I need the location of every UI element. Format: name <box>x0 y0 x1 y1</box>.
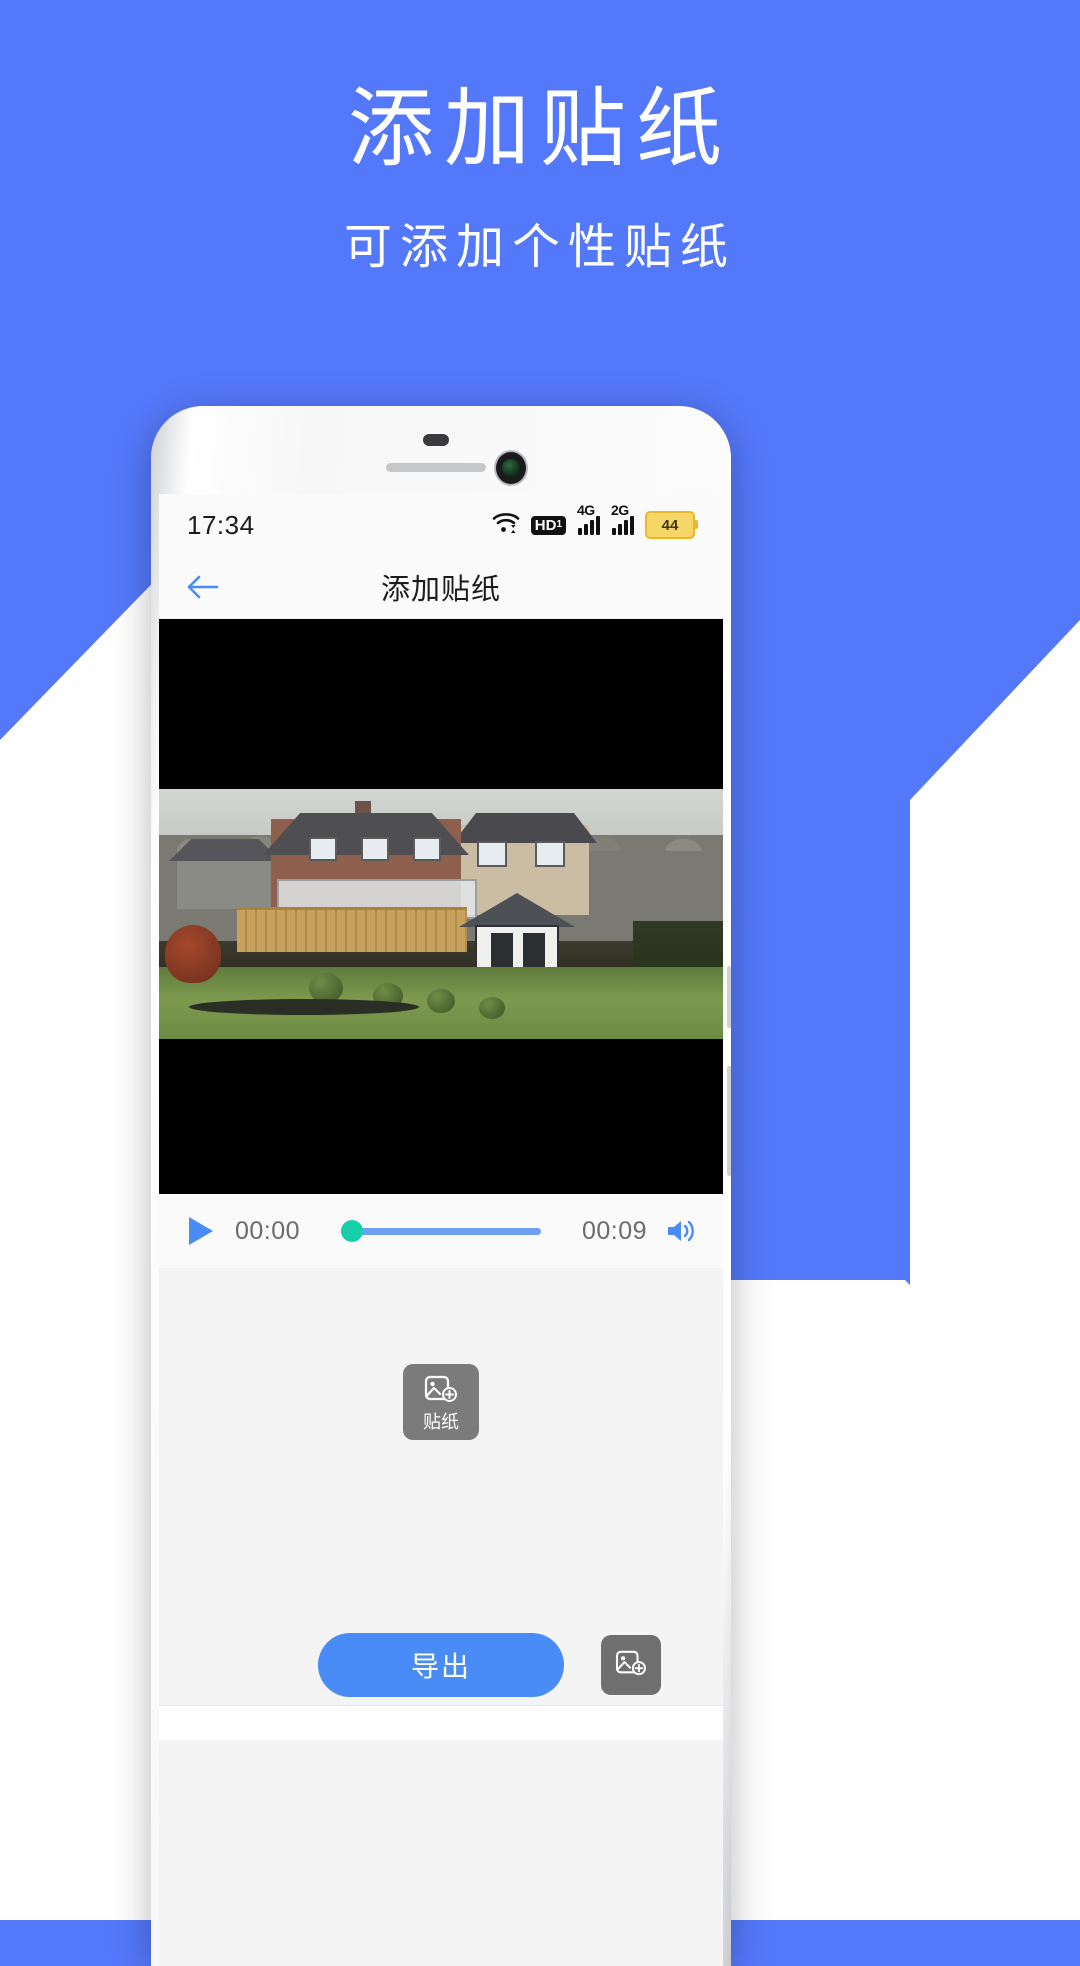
power-button[interactable] <box>727 1066 731 1176</box>
status-bar: 17:34 HD 1 4G 2G 44 <box>159 494 723 556</box>
play-icon[interactable] <box>181 1211 221 1251</box>
hd-voice-icon: HD 1 <box>530 515 566 535</box>
phone-screen: 17:34 HD 1 4G 2G 44 添加贴纸 00:00 00:09 贴纸 … <box>159 494 723 1966</box>
video-frame-image <box>159 789 723 1039</box>
battery-level-label: 44 <box>661 516 679 534</box>
export-button[interactable]: 导出 <box>318 1633 564 1697</box>
editor-canvas-area[interactable]: 贴纸 <box>159 1268 723 1590</box>
sticker-tool-button[interactable]: 贴纸 <box>403 1364 479 1440</box>
back-arrow-icon[interactable] <box>183 567 223 607</box>
wifi-icon <box>492 512 520 539</box>
current-time-label: 00:00 <box>235 1216 301 1245</box>
status-clock: 17:34 <box>187 509 255 540</box>
earpiece-speaker-icon <box>386 463 486 472</box>
status-icon-group: HD 1 4G 2G 44 <box>492 502 698 539</box>
signal-4g-icon: 4G <box>577 502 600 535</box>
bottom-sheet-edge <box>159 1705 723 1740</box>
promo-header: 添加贴纸 可添加个性贴纸 <box>0 0 1080 272</box>
video-player-controls: 00:00 00:09 <box>159 1194 723 1268</box>
sticker-add-icon <box>424 1374 458 1409</box>
sticker-tool-label: 贴纸 <box>423 1411 459 1432</box>
progress-track <box>341 1227 541 1235</box>
app-nav-bar: 添加贴纸 <box>159 556 723 619</box>
video-progress-slider[interactable] <box>341 1220 541 1242</box>
page-subtitle: 可添加个性贴纸 <box>343 221 736 274</box>
sticker-add-icon <box>615 1649 647 1682</box>
page-title: 添加贴纸 <box>348 81 732 177</box>
total-time-label: 00:09 <box>581 1216 647 1245</box>
progress-thumb[interactable] <box>341 1220 363 1242</box>
phone-mockup: 17:34 HD 1 4G 2G 44 添加贴纸 00:00 00:09 贴纸 … <box>151 406 731 1966</box>
nav-title: 添加贴纸 <box>380 574 501 606</box>
proximity-sensor-icon <box>423 434 449 446</box>
video-preview[interactable] <box>159 619 723 1194</box>
front-camera-icon <box>496 452 526 484</box>
signal-2g-icon: 2G <box>611 502 634 535</box>
sticker-add-button[interactable] <box>601 1635 661 1695</box>
battery-icon: 44 <box>645 511 698 539</box>
bottom-action-bar: 导出 <box>159 1590 723 1740</box>
phone-top-bezel <box>151 406 731 492</box>
volume-icon[interactable] <box>661 1211 701 1251</box>
volume-up-button[interactable] <box>727 966 731 1028</box>
